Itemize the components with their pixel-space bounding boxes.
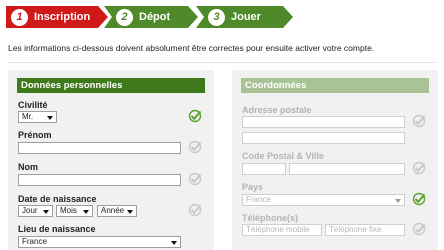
check-pending-icon xyxy=(412,114,426,128)
chevron-down-icon xyxy=(47,116,53,120)
lieu-select[interactable]: France xyxy=(18,236,181,248)
tel-label: Téléphone(s) xyxy=(242,213,299,223)
pays-select[interactable]: France xyxy=(242,194,405,206)
pays-label: Pays xyxy=(242,182,264,192)
check-pending-icon xyxy=(188,172,202,186)
nom-input[interactable] xyxy=(18,174,181,186)
cp-ville-label: Code Postal & Ville xyxy=(242,151,324,161)
pays-value: France xyxy=(246,195,271,204)
coordinates-panel: Coordonnées Adresse postale Code Postal … xyxy=(232,70,438,250)
adresse-line1-input[interactable] xyxy=(242,116,405,128)
civilite-value: Mr. xyxy=(22,112,34,121)
civilite-label: Civilité xyxy=(18,100,48,110)
check-pending-icon xyxy=(412,161,426,175)
chevron-down-icon xyxy=(127,210,133,214)
dob-year-value: Année xyxy=(101,206,125,215)
dob-year-select[interactable]: Année xyxy=(97,205,137,217)
lieu-value: France xyxy=(22,237,47,246)
tel-mobile-input[interactable]: Téléphone mobile xyxy=(242,224,322,236)
ville-input[interactable] xyxy=(289,163,405,175)
dob-month-value: Mois xyxy=(60,206,77,215)
chevron-down-icon xyxy=(395,199,401,203)
check-pending-icon xyxy=(188,140,202,154)
check-pending-icon xyxy=(412,222,426,236)
dob-month-select[interactable]: Mois xyxy=(56,205,93,217)
steps-progress: 1 Inscription 2 Dépot 3 Jouer xyxy=(6,6,296,28)
dob-day-select[interactable]: Jour xyxy=(18,205,53,217)
code-postal-input[interactable] xyxy=(242,163,286,175)
check-pending-icon xyxy=(188,203,202,217)
dob-label: Date de naissance xyxy=(18,194,97,204)
tel-fixe-placeholder: Téléphone fixe xyxy=(329,225,382,234)
step-number-2: 2 xyxy=(116,8,133,26)
step-number-1: 1 xyxy=(11,8,28,26)
tel-fixe-input[interactable]: Téléphone fixe xyxy=(325,224,405,236)
check-valid-icon xyxy=(188,109,202,123)
step-inscription: 1 Inscription xyxy=(6,6,108,28)
divider xyxy=(8,62,436,63)
prenom-label: Prénom xyxy=(18,130,52,140)
nom-label: Nom xyxy=(18,162,38,172)
tel-mobile-placeholder: Téléphone mobile xyxy=(246,225,310,234)
adresse-line2-input[interactable] xyxy=(242,132,405,144)
prenom-input[interactable] xyxy=(18,142,181,154)
lieu-label: Lieu de naissance xyxy=(18,224,96,234)
step-label-depot: Dépot xyxy=(139,11,171,23)
step-depot: 2 Dépot xyxy=(104,6,198,28)
step-jouer: 3 Jouer xyxy=(196,6,293,28)
step-label-inscription: Inscription xyxy=(34,11,91,23)
intro-text: Les informations ci-dessous doivent abso… xyxy=(8,43,375,53)
step-label-jouer: Jouer xyxy=(231,11,261,23)
civilite-select[interactable]: Mr. xyxy=(18,111,57,123)
chevron-down-icon xyxy=(43,210,49,214)
coordinates-title: Coordonnées xyxy=(241,78,429,93)
dob-day-value: Jour xyxy=(22,206,38,215)
adresse-label: Adresse postale xyxy=(242,105,312,115)
chevron-down-icon xyxy=(83,210,89,214)
personal-data-title: Données personnelles xyxy=(17,78,205,93)
check-valid-icon xyxy=(412,192,426,206)
step-number-3: 3 xyxy=(208,8,225,26)
personal-data-panel: Données personnelles Civilité Mr. Prénom… xyxy=(8,70,214,250)
chevron-down-icon xyxy=(171,241,177,245)
